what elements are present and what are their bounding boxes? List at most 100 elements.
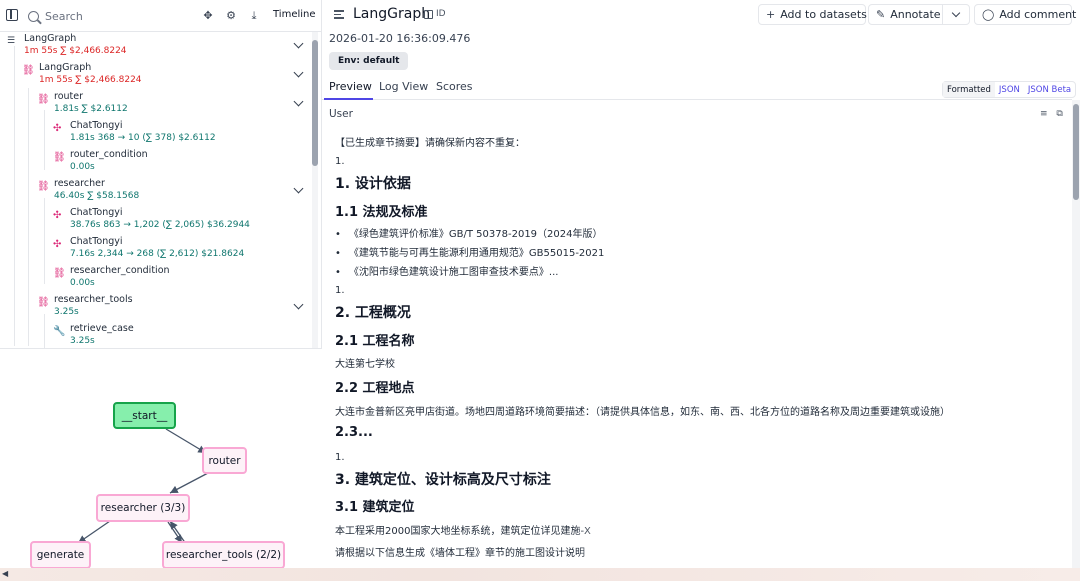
edit-icon: ✎ <box>876 8 886 21</box>
graph-node-router[interactable]: router <box>202 447 247 474</box>
message-list-item: 《建筑节能与可再生能源利用通用规范》GB55015-2021 <box>335 244 604 259</box>
message-paragraph: 1. <box>335 452 345 463</box>
llm-icon: ✣ <box>53 123 62 134</box>
link-icon: ⛓ <box>37 181 50 192</box>
collapse-chevron-icon[interactable] <box>293 67 304 78</box>
edge-researcher-tools <box>167 521 183 544</box>
copy-icon <box>424 9 433 19</box>
env-badge: Env: default <box>329 52 409 70</box>
link-icon: ⛓ <box>53 268 66 279</box>
comment-icon: ◯ <box>982 8 995 21</box>
message-paragraph: 大连第七学校 <box>335 359 395 370</box>
message-heading: 3. 建筑定位、设计标高及尺寸标注 <box>335 472 551 488</box>
message-subheading: 1.1 法规及标准 <box>335 205 428 220</box>
message-subheading: 3.1 建筑定位 <box>335 500 415 515</box>
edge-researcher-generate <box>77 520 111 544</box>
add-comment-button[interactable]: ◯ Add comment <box>974 4 1076 25</box>
edge-start-router <box>165 428 207 454</box>
graph-node-generate[interactable]: generate <box>30 541 91 568</box>
list-icon <box>334 10 344 20</box>
message-list-item: 《绿色建筑评价标准》GB/T 50378-2019（2024年版） <box>335 225 603 240</box>
tree-node-router-condition[interactable]: ⛓ router_condition 0.00s <box>0 148 314 176</box>
tree-node-langgraph[interactable]: ⛓ LangGraph 1m 55s ∑ $2,466.8224 <box>0 61 314 89</box>
message-subheading: 2.1 工程名称 <box>335 334 415 349</box>
message-role: User <box>329 108 353 120</box>
graph-edges <box>77 428 209 545</box>
tree-node-chattongyi[interactable]: ✣ ChatTongyi 7.16s 2,344 → 268 (∑ 2,612)… <box>0 235 314 263</box>
format-formatted[interactable]: Formatted <box>943 82 995 97</box>
focus-icon[interactable]: ✥ <box>201 9 215 23</box>
collapse-chevron-icon[interactable] <box>293 96 304 107</box>
format-json-beta[interactable]: JSON Beta <box>1024 82 1075 97</box>
message-subheading: 2.3... <box>335 425 373 440</box>
trace-detail-panel: LangGraph ID + Add to datasets ✎ Annotat… <box>322 0 1080 568</box>
message-paragraph: 本工程采用2000国家大地坐标系统，建筑定位详见建施-X <box>335 526 591 537</box>
active-tab-indicator <box>324 98 373 100</box>
scroll-left-icon[interactable]: ◀ <box>2 569 8 578</box>
filter-settings-icon[interactable]: ⚙ <box>224 9 238 23</box>
list-icon: ☰ <box>7 36 16 46</box>
message-paragraph: 大连市金普新区亮甲店街道。场地四周道路环境简要描述：（请提供具体信息，如东、南、… <box>335 407 950 418</box>
message-paragraph: 【已生成章节摘要】请确保新内容不重复： <box>335 138 525 149</box>
graph-node-researcher[interactable]: researcher (3/3) <box>96 494 190 522</box>
trace-timestamp: 2026-01-20 16:36:09.476 <box>329 32 471 45</box>
copy-id-button[interactable]: ID <box>424 9 446 19</box>
tab-preview[interactable]: Preview <box>329 80 372 93</box>
link-icon: ⛓ <box>37 297 50 308</box>
tree-node-researcher-condition[interactable]: ⛓ researcher_condition 0.00s <box>0 264 314 292</box>
message-list-item: 《沈阳市绿色建筑设计施工图审查技术要点》... <box>335 263 559 278</box>
message-heading: 1. 设计依据 <box>335 176 411 192</box>
llm-icon: ✣ <box>53 210 62 221</box>
annotate-dropdown-button[interactable] <box>942 4 970 25</box>
search-box[interactable] <box>28 7 188 25</box>
wrench-icon: 🔧 <box>53 326 66 337</box>
detail-header: LangGraph ID + Add to datasets ✎ Annotat… <box>322 0 1080 30</box>
plus-icon: + <box>766 8 776 21</box>
edge-router-researcher <box>169 472 209 494</box>
message-actions: ≡ ⧉ <box>1040 109 1063 119</box>
message-paragraph: 1. <box>335 285 345 296</box>
sidebar-toggle-icon[interactable] <box>6 9 18 21</box>
agent-graph: __start__ router researcher (3/3) genera… <box>0 348 322 568</box>
trace-tree: ☰ LangGraph 1m 55s ∑ $2,466.8224 ⛓ LangG… <box>0 32 314 348</box>
annotate-button[interactable]: ✎ Annotate <box>868 4 943 25</box>
link-icon: ⛓ <box>53 152 66 163</box>
format-toggle: Formatted JSON JSON Beta <box>942 81 1077 98</box>
tree-node-researcher[interactable]: ⛓ researcher 46.40s ∑ $58.1568 <box>0 177 314 205</box>
tree-node-retrieve-case[interactable]: 🔧 retrieve_case 3.25s <box>0 322 314 348</box>
message-content: 【已生成章节摘要】请确保新内容不重复： 1. 1. 设计依据 1.1 法规及标准… <box>335 128 1055 568</box>
message-paragraph: 请根据以下信息生成《墙体工程》章节的施工图设计说明 <box>335 548 585 559</box>
search-icon <box>28 10 39 22</box>
search-input[interactable] <box>45 9 185 23</box>
download-icon[interactable]: ⤓ <box>247 9 261 23</box>
format-json[interactable]: JSON <box>995 82 1024 97</box>
add-to-datasets-button[interactable]: + Add to datasets <box>758 4 867 25</box>
tab-scores[interactable]: Scores <box>436 80 473 93</box>
link-icon: ⛓ <box>22 65 35 76</box>
message-heading: 2. 工程概况 <box>335 305 411 321</box>
tree-node-chattongyi[interactable]: ✣ ChatTongyi 38.76s 863 → 1,202 (∑ 2,065… <box>0 206 314 234</box>
tree-node-chattongyi[interactable]: ✣ ChatTongyi 1.81s 368 → 10 (∑ 378) $2.6… <box>0 119 314 147</box>
tree-node-langgraph-root[interactable]: ☰ LangGraph 1m 55s ∑ $2,466.8224 <box>0 32 314 60</box>
wrap-text-icon[interactable]: ≡ <box>1040 109 1048 119</box>
tree-toolbar: ✥ ⚙ ⤓ Timeline <box>0 0 322 32</box>
trace-tree-panel: ✥ ⚙ ⤓ Timeline ☰ LangGraph 1m 55s ∑ $2,4… <box>0 0 322 568</box>
timeline-button[interactable]: Timeline <box>273 9 316 20</box>
collapse-chevron-icon[interactable] <box>293 38 304 49</box>
tree-node-researcher-tools[interactable]: ⛓ researcher_tools 3.25s <box>0 293 314 321</box>
chevron-down-icon <box>951 8 961 18</box>
content-scrollbar-thumb[interactable] <box>1073 104 1079 200</box>
message-paragraph: 1. <box>335 156 345 167</box>
tree-node-router[interactable]: ⛓ router 1.81s ∑ $2.6112 <box>0 90 314 118</box>
link-icon: ⛓ <box>37 94 50 105</box>
tab-log-view[interactable]: Log View <box>379 80 428 93</box>
llm-icon: ✣ <box>53 239 62 250</box>
graph-node-researcher-tools[interactable]: researcher_tools (2/2) <box>162 541 285 568</box>
message-subheading: 2.2 工程地点 <box>335 381 415 396</box>
trace-title: LangGraph <box>353 6 431 22</box>
collapse-chevron-icon[interactable] <box>293 183 304 194</box>
copy-icon[interactable]: ⧉ <box>1056 109 1062 119</box>
content-fade <box>575 514 695 564</box>
collapse-chevron-icon[interactable] <box>293 299 304 310</box>
graph-node-start[interactable]: __start__ <box>113 402 176 429</box>
